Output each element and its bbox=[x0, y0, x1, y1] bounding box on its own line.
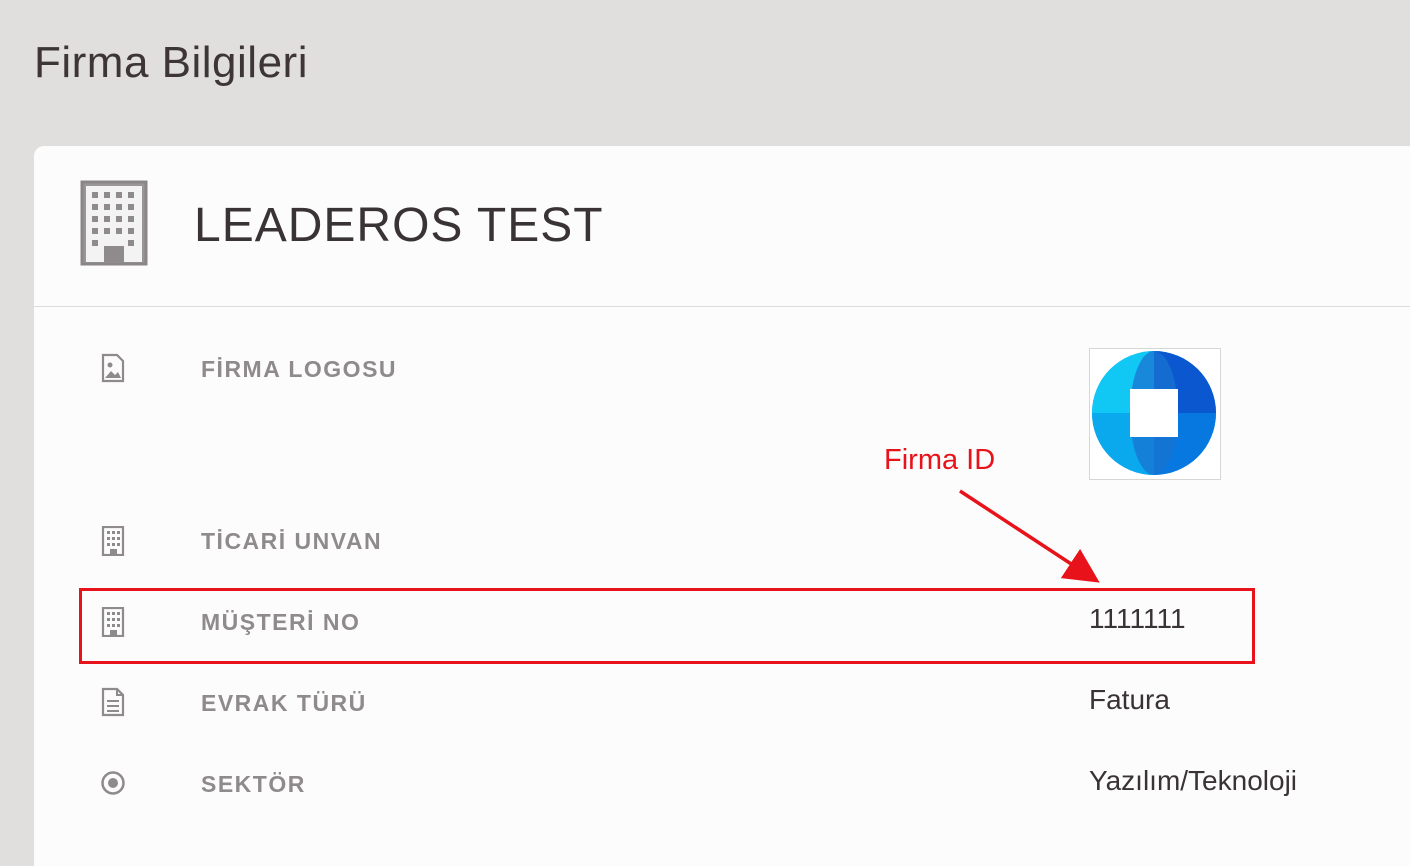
annotation-label: Firma ID bbox=[884, 444, 996, 476]
image-icon bbox=[101, 353, 125, 383]
company-logo-image bbox=[1092, 351, 1216, 475]
company-logo[interactable] bbox=[1089, 348, 1221, 480]
document-type-value: Fatura bbox=[1089, 684, 1170, 715]
radio-target-icon bbox=[101, 771, 125, 795]
document-icon bbox=[101, 687, 125, 717]
company-info-card: LEADEROS TEST bbox=[34, 146, 1410, 866]
field-label: TİCARİ UNVAN bbox=[201, 528, 383, 554]
annotation-arrow-icon bbox=[959, 489, 1100, 583]
building-icon bbox=[101, 526, 125, 556]
page-title: Firma Bilgileri bbox=[34, 38, 308, 87]
building-icon bbox=[80, 180, 148, 266]
annotation-highlight-box bbox=[79, 588, 1255, 664]
card-header: LEADEROS TEST bbox=[34, 146, 1410, 307]
field-label: FİRMA LOGOSU bbox=[201, 356, 398, 382]
sector-value: Yazılım/Teknoloji bbox=[1089, 765, 1298, 796]
field-label: EVRAK TÜRÜ bbox=[201, 690, 367, 716]
field-label: SEKTÖR bbox=[201, 771, 306, 797]
company-name: LEADEROS TEST bbox=[194, 199, 604, 252]
